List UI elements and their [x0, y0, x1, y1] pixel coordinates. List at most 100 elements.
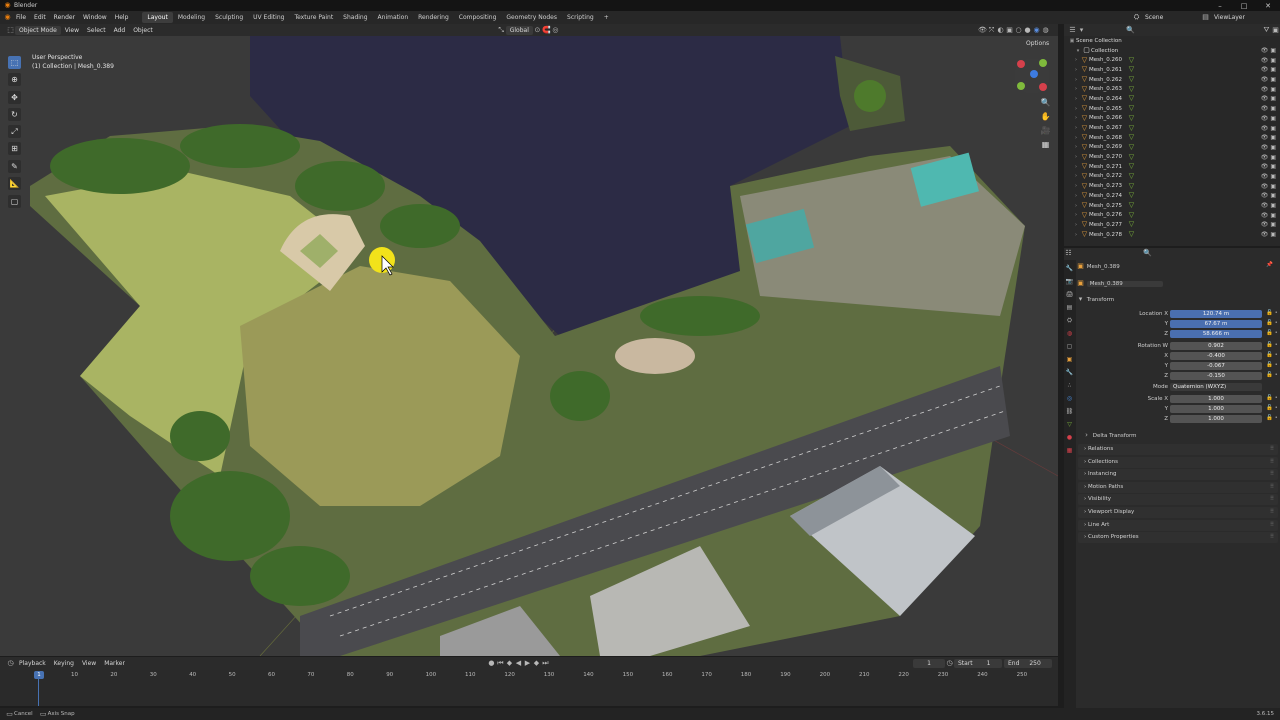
xray-icon[interactable]: ▣: [1005, 26, 1014, 35]
eye-icon[interactable]: 👁 ▣: [1261, 231, 1276, 238]
chevron-right-icon[interactable]: ›: [1072, 144, 1080, 150]
cursor-tool[interactable]: ⊕: [8, 73, 21, 86]
properties-editor-icon[interactable]: ☷: [1064, 249, 1073, 258]
outliner-item[interactable]: › ▽ Mesh_0.269 ▽ 👁 ▣: [1064, 143, 1280, 153]
eye-icon[interactable]: 👁 ▣: [1261, 221, 1276, 228]
viewport-menu-view[interactable]: View: [61, 26, 83, 35]
outliner-display-mode-icon[interactable]: ▾: [1077, 26, 1086, 35]
eye-icon[interactable]: 👁 ▣: [1261, 144, 1276, 151]
timeline-editor-icon[interactable]: ◷: [6, 659, 15, 668]
drag-handle-icon[interactable]: ⠿: [1270, 457, 1274, 468]
chevron-right-icon[interactable]: ›: [1072, 212, 1080, 218]
menu-window[interactable]: Window: [79, 14, 111, 21]
view-layer-tab-icon[interactable]: ▤: [1065, 303, 1074, 312]
outliner-item[interactable]: › ▽ Mesh_0.273 ▽ 👁 ▣: [1064, 181, 1280, 191]
outliner-item[interactable]: › ▽ Mesh_0.267 ▽ 👁 ▣: [1064, 123, 1280, 133]
lock-icon[interactable]: 🔓 •: [1266, 310, 1278, 316]
annotate-tool[interactable]: ✎: [8, 160, 21, 173]
start-frame-field[interactable]: Start 1: [954, 659, 1002, 668]
eye-icon[interactable]: 👁 ▣: [1261, 86, 1276, 93]
texture-tab-icon[interactable]: ▦: [1065, 446, 1074, 455]
shading-solid-icon[interactable]: ●: [1023, 26, 1032, 35]
drag-handle-icon[interactable]: ⠿: [1270, 444, 1274, 455]
new-collection-icon[interactable]: ▣: [1271, 26, 1280, 35]
gizmo-icon[interactable]: ⤧: [987, 26, 996, 35]
eye-icon[interactable]: 👁 ▣: [1261, 134, 1276, 141]
drag-handle-icon[interactable]: ⠿: [1270, 520, 1274, 531]
eye-icon[interactable]: 👁 ▣: [1261, 212, 1276, 219]
eye-icon[interactable]: 👁 ▣: [1261, 154, 1276, 161]
play-icon[interactable]: ▶: [523, 659, 532, 668]
value-field[interactable]: 1.000: [1170, 405, 1262, 413]
timeline-menu-view[interactable]: View: [78, 659, 100, 668]
outliner-item[interactable]: › ▽ Mesh_0.264 ▽ 👁 ▣: [1064, 94, 1280, 104]
lock-icon[interactable]: 🔓 •: [1266, 342, 1278, 348]
eye-icon[interactable]: 👁 ▣: [1261, 202, 1276, 209]
rotate-tool[interactable]: ↻: [8, 108, 21, 121]
chevron-right-icon[interactable]: ›: [1072, 106, 1080, 112]
constraints-tab-icon[interactable]: ⛓: [1065, 407, 1074, 416]
transform-orientation-dropdown[interactable]: Global: [505, 25, 533, 35]
tab-sculpting[interactable]: Sculpting: [210, 12, 248, 23]
outliner-editor-icon[interactable]: ☰: [1068, 26, 1077, 35]
output-tab-icon[interactable]: 🖨: [1065, 290, 1074, 299]
minimize-icon[interactable]: –: [1208, 2, 1232, 10]
modifier-tab-icon[interactable]: 🔧: [1065, 368, 1074, 377]
shading-rendered-icon[interactable]: ◍: [1041, 26, 1050, 35]
value-field[interactable]: 120.74 m: [1170, 310, 1262, 318]
drag-handle-icon[interactable]: ⠿: [1270, 482, 1274, 493]
collection-tab-icon[interactable]: ▢: [1065, 342, 1074, 351]
lock-icon[interactable]: 🔓 •: [1266, 405, 1278, 411]
pan-icon[interactable]: ✋: [1040, 112, 1051, 123]
zoom-icon[interactable]: 🔍: [1040, 98, 1051, 109]
eye-icon[interactable]: 👁 ▣: [1261, 57, 1276, 64]
render-tab-icon[interactable]: 📷: [1065, 277, 1074, 286]
tab-scripting[interactable]: Scripting: [562, 12, 599, 23]
panel-relations[interactable]: › Relations ⠿: [1078, 444, 1278, 455]
chevron-right-icon[interactable]: ›: [1072, 135, 1080, 141]
view-layer-icon[interactable]: ▤: [1201, 13, 1210, 22]
chevron-right-icon[interactable]: ›: [1072, 154, 1080, 160]
prev-keyframe-icon[interactable]: ◆: [505, 659, 514, 668]
menu-help[interactable]: Help: [111, 14, 133, 21]
eye-icon[interactable]: 👁 ▣: [1261, 173, 1276, 180]
outliner-item[interactable]: › ▽ Mesh_0.278 ▽ 👁 ▣: [1064, 230, 1280, 240]
scene-icon[interactable]: ⛭: [1132, 13, 1141, 22]
timeline-menu-playback[interactable]: Playback: [15, 659, 50, 668]
object-tab-icon[interactable]: ▣: [1065, 355, 1074, 364]
proportional-edit-icon[interactable]: ◎: [551, 26, 560, 35]
tab-rendering[interactable]: Rendering: [413, 12, 454, 23]
object-mode-dropdown[interactable]: Object Mode: [15, 25, 61, 35]
editor-type-icon[interactable]: ⬚: [6, 26, 15, 35]
chevron-right-icon[interactable]: ›: [1072, 203, 1080, 209]
snap-icon[interactable]: 🧲: [542, 26, 551, 35]
rotation-mode-dropdown[interactable]: Quaternion (WXYZ): [1170, 383, 1262, 391]
chevron-right-icon[interactable]: ›: [1072, 222, 1080, 228]
transform-tool[interactable]: ⊞: [8, 142, 21, 155]
options-dropdown[interactable]: Options: [1022, 39, 1054, 48]
value-field[interactable]: 0.902: [1170, 342, 1262, 350]
value-field[interactable]: -0.067: [1170, 362, 1262, 370]
delta-transform-row[interactable]: › Delta Transform: [1076, 431, 1280, 441]
viewport-menu-object[interactable]: Object: [129, 26, 157, 35]
chevron-right-icon[interactable]: ›: [1072, 125, 1080, 131]
chevron-right-icon[interactable]: ›: [1072, 86, 1080, 92]
scale-tool[interactable]: ⤢: [8, 125, 21, 138]
timeline-track[interactable]: 10 20 30 40 50 60 70 80 90 100 110 120 130 140 150 160 1…: [0, 670, 1058, 706]
outliner-item[interactable]: › ▽ Mesh_0.271 ▽ 👁 ▣: [1064, 162, 1280, 172]
outliner-item[interactable]: › ▽ Mesh_0.260 ▽ 👁 ▣: [1064, 55, 1280, 65]
outliner-item[interactable]: › ▽ Mesh_0.275 ▽ 👁 ▣: [1064, 201, 1280, 211]
record-icon[interactable]: ●: [487, 659, 496, 668]
panel-visibility[interactable]: › Visibility ⠿: [1078, 494, 1278, 506]
outliner-item[interactable]: › ▽ Mesh_0.276 ▽ 👁 ▣: [1064, 210, 1280, 220]
blender-menu-icon[interactable]: ◉: [3, 13, 12, 22]
properties-search-icon[interactable]: 🔍: [1143, 249, 1152, 258]
eye-icon[interactable]: 👁 ▣: [1261, 105, 1276, 112]
current-frame-field[interactable]: 1: [913, 659, 945, 668]
data-tab-icon[interactable]: ▽: [1065, 420, 1074, 429]
navigation-gizmo[interactable]: [1012, 56, 1052, 96]
chevron-right-icon[interactable]: ›: [1072, 232, 1080, 238]
panel-collections[interactable]: › Collections ⠿: [1078, 456, 1278, 468]
material-tab-icon[interactable]: ●: [1065, 433, 1074, 442]
value-field[interactable]: 1.000: [1170, 415, 1262, 423]
